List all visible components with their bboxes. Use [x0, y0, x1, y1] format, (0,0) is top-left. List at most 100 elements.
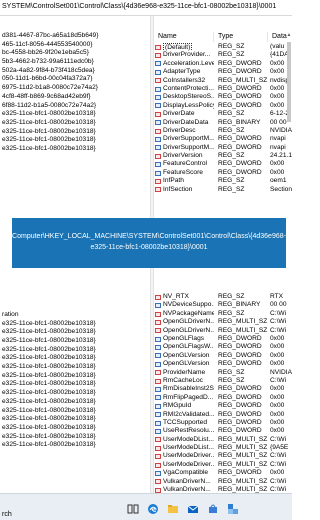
value-row[interactable]: DisplayLessPolicy REG_DWORD 0x00 — [154, 102, 292, 110]
tree-section-label[interactable]: ration — [0, 310, 150, 320]
value-row[interactable]: OpenGLFlagsW... REG_DWORD 0x00 — [154, 343, 292, 351]
tree-item[interactable]: 050-11d1-b6bd-00c04fa372a7} — [0, 75, 150, 84]
value-row[interactable]: DesktopStereoS... REG_DWORD 0x00 — [154, 93, 292, 101]
column-header-type[interactable]: Type — [214, 32, 268, 42]
value-row[interactable]: DriverVersion REG_SZ 24.21.1 — [154, 152, 292, 160]
tree-item[interactable]: e325-11ce-bfc1-08002be10318} — [0, 128, 150, 137]
value-type: REG_DWORD — [218, 168, 262, 176]
tree-item[interactable]: e325-11ce-bfc1-08002be10318} — [0, 354, 150, 363]
value-row[interactable]: UserModeDList... REG_MULTI_SZ C:\Wi — [154, 436, 292, 444]
value-row[interactable]: UserModeDriver... REG_MULTI_SZ C:\Wi — [154, 461, 292, 469]
tree-item[interactable]: e325-11ce-bfc1-08002be10318} — [0, 398, 150, 407]
value-name: DriverDesc — [163, 126, 196, 134]
value-row[interactable]: ProviderName REG_SZ NVIDIA — [154, 369, 292, 377]
value-row[interactable]: RmDisableInst2S... REG_DWORD 0x00 — [154, 385, 292, 393]
value-name: (Default) — [163, 43, 193, 52]
value-type: REG_DWORD — [218, 84, 262, 92]
value-row[interactable]: DriverDate REG_SZ 6-12-2 — [154, 110, 292, 118]
value-row[interactable]: DriverSupportM... REG_DWORD nvapi — [154, 144, 292, 152]
tree-item[interactable]: e325-11ce-bfc1-08002be10318} — [0, 372, 150, 381]
value-row[interactable]: UserModeDriver... REG_MULTI_SZ C:\Wi — [154, 452, 292, 460]
value-name-cell: DriverDateData — [154, 119, 214, 127]
tree-item[interactable]: e325-11ce-bfc1-08002be10318} — [0, 346, 150, 355]
value-type: REG_SZ — [218, 185, 245, 193]
taskbar-search[interactable]: rch — [0, 509, 20, 520]
value-row[interactable]: (Default) REG_SZ (valu — [154, 43, 292, 52]
value-name: InfPath — [163, 177, 184, 185]
value-row[interactable]: InfPath REG_SZ oem1 — [154, 177, 292, 185]
value-name-cell: UserModeDriver... — [154, 461, 214, 469]
store-icon[interactable] — [206, 502, 220, 516]
tree-item[interactable]: e325-11ce-bfc1-08002be10318} — [0, 380, 150, 389]
value-row[interactable]: InfSection REG_SZ Section — [154, 186, 292, 194]
value-row[interactable]: TCCSupported REG_DWORD 0x00 — [154, 419, 292, 427]
value-row[interactable]: DriverSupportM... REG_DWORD nvapi — [154, 135, 292, 143]
binary-value-icon — [155, 120, 161, 126]
value-row[interactable]: RmFlipPagedD... REG_DWORD 0x00 — [154, 394, 292, 402]
tree-item[interactable]: e325-11ce-bfc1-08002be10318} — [0, 424, 150, 433]
value-row[interactable]: FeatureControl REG_DWORD 0x00 — [154, 160, 292, 168]
tree-item[interactable]: e325-11ce-bfc1-08002be10318} — [0, 415, 150, 424]
tree-item[interactable]: 465-11cf-8056-444553540000} — [0, 41, 150, 50]
value-row[interactable]: Acceleration.Level REG_DWORD 0x00 — [154, 60, 292, 68]
value-name-cell: RmDisableInst2S... — [154, 385, 214, 393]
column-header-name[interactable]: Name — [154, 32, 214, 42]
scrollbar-thumb[interactable] — [287, 42, 291, 122]
value-row[interactable]: VulkanDriverN... REG_MULTI_SZ C:\Wi — [154, 478, 292, 486]
value-row[interactable]: OpenGLVersion REG_DWORD 0x00 — [154, 352, 292, 360]
value-row[interactable]: NV_RTX REG_SZ RTX — [154, 293, 292, 301]
tree-item[interactable]: e325-11ce-bfc1-08002be10318} — [0, 363, 150, 372]
tree-item[interactable]: 5b3-4662-b732-99a6111edc0b} — [0, 58, 150, 67]
value-row[interactable]: DriverProvider... REG_SZ {41DA — [154, 51, 292, 59]
value-row[interactable]: NVPackageName REG_SZ C:\Wi — [154, 310, 292, 318]
value-row[interactable]: OpenGLDriverN... REG_MULTI_SZ C:\Wi — [154, 318, 292, 326]
value-row[interactable]: RMGpuId REG_DWORD 0x00 — [154, 402, 292, 410]
value-type: REG_DWORD — [218, 343, 262, 351]
tree-item[interactable]: bc-4558-bb26-9f20e1eba5c5} — [0, 49, 150, 58]
value-row[interactable]: DriverDesc REG_SZ NVIDIA — [154, 127, 292, 135]
value-row[interactable]: FeatureScore REG_DWORD 0x00 — [154, 169, 292, 177]
edge-icon[interactable] — [146, 502, 160, 516]
scroll-up-arrow-icon[interactable]: ▲ — [286, 32, 292, 38]
string-value-icon — [155, 378, 161, 384]
tree-item[interactable]: e325-11ce-bfc1-08002be10318} — [0, 328, 150, 337]
tree-item[interactable]: e325-11ce-bfc1-08002be10318} — [0, 320, 150, 329]
tree-item[interactable]: e325-11ce-bfc1-08002be10318} — [0, 389, 150, 398]
value-name-cell: DesktopStereoS... — [154, 93, 214, 101]
value-row[interactable]: UseRestResolu... REG_DWORD 0x00 — [154, 427, 292, 435]
value-row[interactable]: RmCacheLoc REG_SZ C:\Wi — [154, 377, 292, 385]
tree-item[interactable]: e325-11ce-bfc1-08002be10318} — [0, 119, 150, 128]
file-explorer-icon[interactable] — [166, 502, 180, 516]
tree-item[interactable]: e325-11ce-bfc1-08002be10318} — [0, 110, 150, 119]
value-row[interactable]: RMI2cValidated... REG_DWORD 0x00 — [154, 411, 292, 419]
tree-item[interactable]: e325-11ce-bfc1-08002be10318} — [0, 407, 150, 416]
value-row[interactable]: UserModeDList... REG_MULTI_SZ {9A5E — [154, 444, 292, 452]
tree-item[interactable]: e325-11ce-bfc1-08002be10318} — [0, 145, 150, 154]
value-row[interactable]: OpenGLDriverN... REG_MULTI_SZ C:\Wi — [154, 327, 292, 335]
address-bar[interactable]: SYSTEM\ControlSet001\Control\Class\{4d36… — [0, 0, 292, 16]
tree-item[interactable]: 6f88-11d2-b1a5-0080c72e74a2} — [0, 102, 150, 111]
registry-editor-icon[interactable] — [226, 502, 240, 516]
value-row[interactable]: NVDeviceSuppo... REG_BINARY 00 00 — [154, 301, 292, 309]
tree-item[interactable]: d381-4467-87bc-a65a18d5b649} — [0, 32, 150, 41]
value-row[interactable]: CoInstallers32 REG_MULTI_SZ nvdisp — [154, 77, 292, 85]
mail-icon[interactable] — [186, 502, 200, 516]
tree-item[interactable]: e325-11ce-bfc1-08002be10318} — [0, 433, 150, 442]
tree-item[interactable]: e325-11ce-bfc1-08002be10318} — [0, 136, 150, 145]
tree-item[interactable]: 4cf8-48ff-b869-9c68ad42eb9f} — [0, 93, 150, 102]
tree-item[interactable]: e325-11ce-bfc1-08002be10318} — [0, 337, 150, 346]
tree-item[interactable]: 502a-4a82-9f84-b73f418c5dea} — [0, 67, 150, 76]
task-view-icon[interactable] — [126, 502, 140, 516]
value-row[interactable]: DriverDateData REG_BINARY 00 00 — [154, 119, 292, 127]
binary-value-icon — [155, 361, 161, 367]
value-row[interactable]: AdapterType REG_DWORD 0x00 — [154, 68, 292, 76]
value-row[interactable]: OpenGLVersion REG_DWORD 0x00 — [154, 360, 292, 368]
value-row[interactable]: ContentProtecti... REG_DWORD 0x00 — [154, 85, 292, 93]
value-row[interactable]: OpenGLFlags REG_DWORD 0x00 — [154, 335, 292, 343]
values-vertical-scrollbar[interactable]: ▲ — [286, 32, 292, 493]
tree-item[interactable]: e325-11ce-bfc1-08002be10318} — [0, 441, 150, 450]
value-row[interactable]: VgaCompatible REG_DWORD 0x00 — [154, 469, 292, 477]
value-type: REG_DWORD — [218, 59, 262, 67]
string-value-icon — [155, 187, 161, 193]
tree-item[interactable]: 6975-11d2-b1a8-0080c72e74a2} — [0, 84, 150, 93]
